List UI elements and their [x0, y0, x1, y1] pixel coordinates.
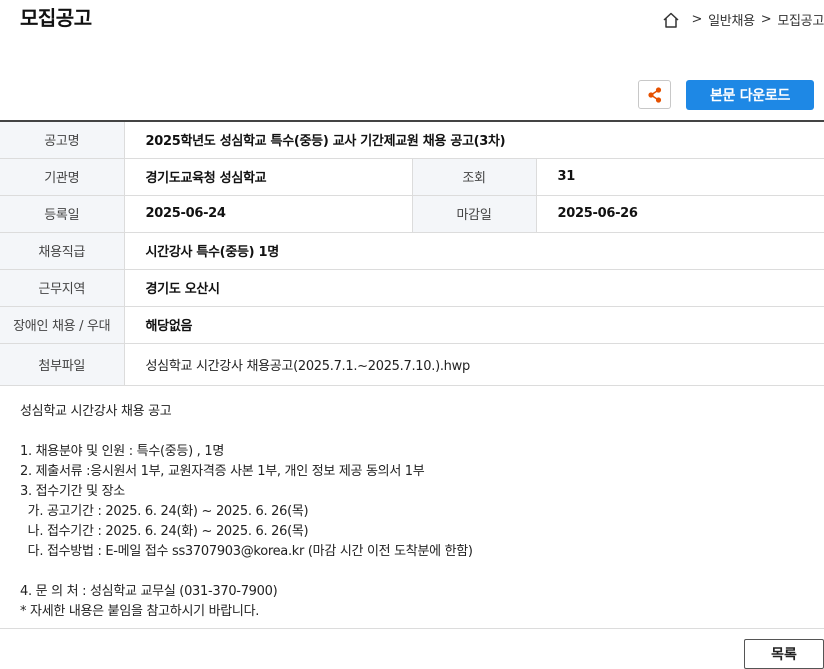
divider: [0, 628, 824, 629]
table-row: 채용직급 시간강사 특수(중등) 1명: [0, 232, 824, 270]
body-line: 2. 제출서류 :응시원서 1부, 교원자격증 사본 1부, 개인 정보 제공 …: [20, 464, 425, 479]
body-line: 4. 문 의 처 : 성심학교 교무실 (031-370-7900): [20, 584, 278, 599]
deadline-value: 2025-06-26: [536, 195, 824, 233]
body-line: 3. 접수기간 및 장소: [20, 484, 125, 499]
share-button[interactable]: [638, 80, 671, 109]
table-row: 근무지역 경기도 오산시: [0, 269, 824, 307]
share-icon: [647, 86, 661, 103]
body-line: 1. 채용분야 및 인원 : 특수(중등) , 1명: [20, 444, 224, 459]
disability-label: 장애인 채용 / 우대: [0, 306, 125, 344]
body-line: 나. 접수기간 : 2025. 6. 24(화) ~ 2025. 6. 26(목…: [20, 524, 309, 539]
deadline-label: 마감일: [412, 195, 537, 233]
breadcrumb-item-general-hiring[interactable]: 일반채용: [708, 10, 755, 29]
breadcrumb-separator: >: [760, 12, 772, 27]
body-line: 다. 접수방법 : E-메일 접수 ss3707903@korea.kr (마감…: [20, 544, 473, 559]
breadcrumb-separator: >: [691, 12, 703, 27]
views-value: 31: [536, 158, 824, 196]
reg-date-value: 2025-06-24: [124, 195, 413, 233]
notice-info-table: 공고명 2025학년도 성심학교 특수(중등) 교사 기간제교원 채용 공고(3…: [0, 120, 824, 386]
download-body-button[interactable]: 본문 다운로드: [686, 80, 814, 110]
org-value: 경기도교육청 성심학교: [124, 158, 413, 196]
disability-value: 해당없음: [124, 306, 824, 344]
table-row: 등록일 2025-06-24 마감일 2025-06-26: [0, 195, 824, 233]
page-title: 모집공고: [20, 6, 92, 30]
breadcrumb: > 일반채용 > 모집공고: [662, 10, 824, 29]
body-line: [20, 422, 810, 442]
table-row: 기관명 경기도교육청 성심학교 조회 31: [0, 158, 824, 196]
list-button[interactable]: 목록: [744, 639, 824, 669]
table-row: 공고명 2025학년도 성심학교 특수(중등) 교사 기간제교원 채용 공고(3…: [0, 121, 824, 159]
home-icon[interactable]: [662, 11, 680, 29]
notice-body: 성심학교 시간강사 채용 공고 1. 채용분야 및 인원 : 특수(중등) , …: [20, 402, 810, 622]
position-value: 시간강사 특수(중등) 1명: [124, 232, 824, 270]
views-label: 조회: [412, 158, 537, 196]
attachment-label: 첨부파일: [0, 343, 125, 386]
body-line: * 자세한 내용은 붙임을 참고하시기 바랍니다.: [20, 604, 260, 619]
table-row: 장애인 채용 / 우대 해당없음: [0, 306, 824, 344]
notice-name-label: 공고명: [0, 121, 125, 159]
org-label: 기관명: [0, 158, 125, 196]
attachment-file-link[interactable]: 성심학교 시간강사 채용공고(2025.7.1.~2025.7.10.).hwp: [124, 343, 824, 386]
body-line: 성심학교 시간강사 채용 공고: [20, 404, 172, 419]
breadcrumb-item-notices[interactable]: 모집공고: [777, 10, 824, 29]
body-line: [20, 562, 810, 582]
region-label: 근무지역: [0, 269, 125, 307]
region-value: 경기도 오산시: [124, 269, 824, 307]
position-label: 채용직급: [0, 232, 125, 270]
body-line: 가. 공고기간 : 2025. 6. 24(화) ~ 2025. 6. 26(목…: [20, 504, 309, 519]
table-row: 첨부파일 성심학교 시간강사 채용공고(2025.7.1.~2025.7.10.…: [0, 343, 824, 386]
reg-date-label: 등록일: [0, 195, 125, 233]
notice-name-value: 2025학년도 성심학교 특수(중등) 교사 기간제교원 채용 공고(3차): [124, 121, 824, 159]
